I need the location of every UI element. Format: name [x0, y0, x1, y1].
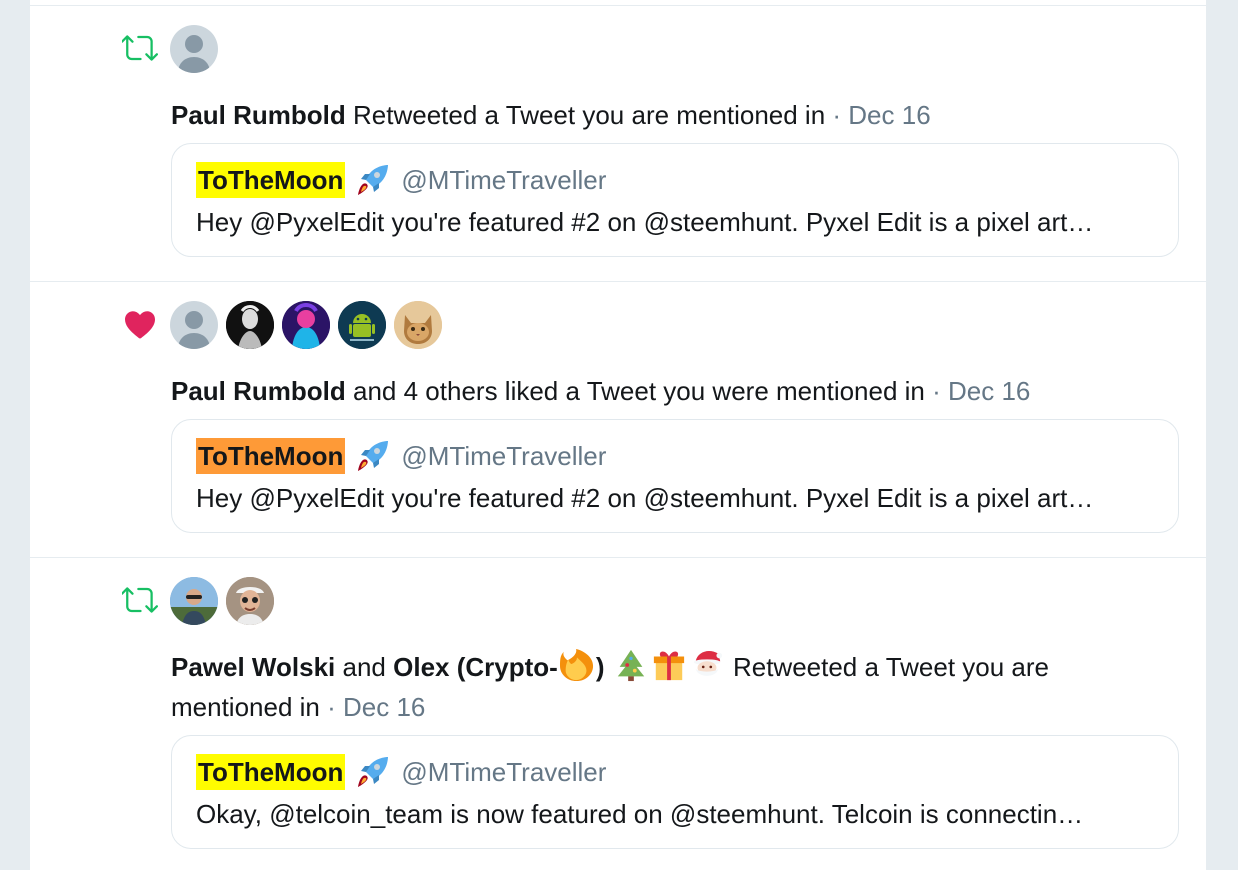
quoted-tweet[interactable]: ToTheMoon @MTimeTraveller Hey @PyxelEdit… [171, 419, 1179, 533]
heart-icon [118, 302, 162, 346]
avatar[interactable] [170, 577, 218, 625]
notification-summary: Paul Rumbold Retweeted a Tweet you are m… [171, 95, 1161, 135]
avatar-row [170, 301, 442, 349]
timestamp[interactable]: Dec 16 [848, 100, 930, 130]
christmas-tree-icon [614, 648, 648, 682]
action-text: Retweeted a Tweet you are [732, 652, 1050, 682]
rocket-icon [355, 754, 391, 790]
separator: · [924, 376, 948, 406]
timestamp[interactable]: Dec 16 [343, 692, 425, 722]
avatar-row [170, 25, 218, 73]
actor-name[interactable]: Paul Rumbold [171, 376, 346, 406]
rocket-icon [355, 438, 391, 474]
fire-icon [559, 648, 594, 682]
avatar[interactable] [282, 301, 330, 349]
quoted-author-handle: @MTimeTraveller [401, 757, 607, 787]
action-text: and 4 others liked a Tweet you were ment… [353, 376, 925, 406]
quoted-author-name: ToTheMoon [196, 438, 346, 474]
notification-item[interactable]: Paul Rumbold and 4 others liked a Tweet … [30, 282, 1206, 558]
notification-item[interactable]: Pawel Wolski and Olex (Crypto-) Retweete… [30, 558, 1206, 870]
actor-name[interactable]: Olex (Crypto-) [393, 648, 604, 682]
quoted-author-handle: @MTimeTraveller [401, 441, 607, 471]
gift-icon [652, 648, 686, 682]
retweet-icon [118, 578, 162, 622]
separator: · [825, 100, 849, 130]
rocket-icon [355, 162, 391, 198]
quoted-author-handle: @MTimeTraveller [401, 165, 607, 195]
avatar[interactable] [394, 301, 442, 349]
action-text: Retweeted a Tweet you are mentioned in [353, 100, 826, 130]
quoted-author-name: ToTheMoon [196, 754, 346, 790]
avatar[interactable] [338, 301, 386, 349]
quoted-tweet[interactable]: ToTheMoon @MTimeTraveller Okay, @telcoin… [171, 735, 1179, 849]
avatar-row [170, 577, 274, 625]
quoted-tweet-text: Hey @PyxelEdit you're featured #2 on @st… [196, 207, 1094, 237]
notifications-column: Paul Rumbold Retweeted a Tweet you are m… [30, 0, 1206, 870]
separator: · [319, 692, 343, 722]
avatar[interactable] [170, 301, 218, 349]
quoted-author-name: ToTheMoon [196, 162, 346, 198]
connector-text: and [342, 652, 386, 682]
timestamp[interactable]: Dec 16 [948, 376, 1030, 406]
quoted-tweet[interactable]: ToTheMoon @MTimeTraveller Hey @PyxelEdit… [171, 143, 1179, 257]
notification-item[interactable]: Paul Rumbold Retweeted a Tweet you are m… [30, 6, 1206, 282]
notification-summary: Pawel Wolski and Olex (Crypto-) Retweete… [171, 647, 1161, 727]
avatar[interactable] [226, 301, 274, 349]
notification-summary: Paul Rumbold and 4 others liked a Tweet … [171, 371, 1161, 411]
quoted-tweet-text: Okay, @telcoin_team is now featured on @… [196, 799, 1084, 829]
santa-icon [690, 648, 724, 682]
avatar[interactable] [226, 577, 274, 625]
quoted-tweet-text: Hey @PyxelEdit you're featured #2 on @st… [196, 483, 1094, 513]
action-text-continued: mentioned in [171, 692, 320, 722]
avatar[interactable] [170, 25, 218, 73]
actor-name[interactable]: Paul Rumbold [171, 100, 346, 130]
retweet-icon [118, 26, 162, 70]
actor-name[interactable]: Pawel Wolski [171, 652, 335, 682]
